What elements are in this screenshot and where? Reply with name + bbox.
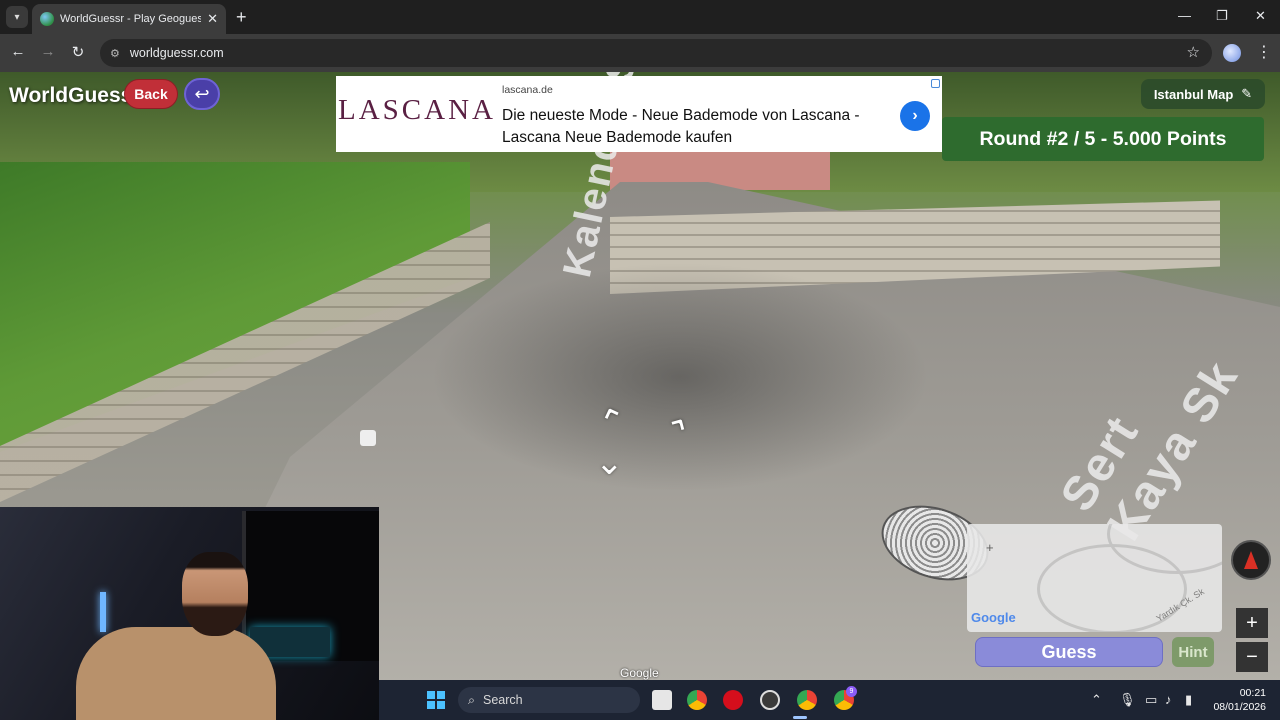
new-tab-icon[interactable]: + (236, 7, 247, 27)
zoom-out-button[interactable]: − (1236, 642, 1268, 672)
google-attribution: Google (620, 666, 659, 680)
hint-button[interactable]: Hint (1172, 637, 1214, 667)
taskbar-search[interactable]: ⌕ Search (458, 687, 640, 713)
site-info-icon[interactable]: ⚙ (110, 47, 120, 60)
back-arrow-icon[interactable]: ← (8, 43, 28, 60)
nav-arrow-back-icon[interactable]: ⌃ (595, 440, 624, 480)
ad-domain: lascana.de (502, 84, 553, 96)
crosshair-icon: + (986, 540, 994, 555)
chrome-profile-icon[interactable]: 9 (834, 686, 857, 710)
windows-taskbar: ⌕ Search 9 ⌃ 🎙 ▭ ♪ ▮ 00:21 08/01/2026 (379, 680, 1280, 720)
return-to-start-button[interactable]: ↩ (184, 78, 220, 110)
browser-toolbar: ← → ↻ ⚙ worldguessr.com ☆ (0, 34, 1280, 72)
opera-icon[interactable] (723, 690, 743, 710)
back-button[interactable]: Back (124, 79, 178, 109)
zoom-in-button[interactable]: + (1236, 608, 1268, 638)
reload-icon[interactable]: ↻ (68, 43, 88, 61)
webcam-person-head (182, 552, 248, 636)
chevron-down-icon: ▾ (14, 11, 20, 23)
obs-icon[interactable] (760, 690, 780, 710)
taskbar-search-label: Search (483, 693, 523, 707)
clock-time: 00:21 (1239, 687, 1266, 699)
round-banner: Round #2 / 5 - 5.000 Points (942, 117, 1264, 161)
forward-arrow-icon[interactable]: → (38, 43, 58, 60)
url-text: worldguessr.com (129, 46, 224, 60)
task-view-icon[interactable] (652, 690, 672, 710)
restore-icon[interactable]: ❐ (1216, 8, 1228, 24)
ad-choices-icon[interactable] (931, 79, 940, 88)
plus-icon: + (1246, 611, 1258, 634)
roadside-stone (360, 430, 376, 446)
compass-button[interactable] (1231, 540, 1271, 580)
chrome-icon[interactable] (687, 690, 707, 710)
kebab-menu-icon[interactable]: ⋮ (1256, 42, 1272, 62)
search-icon: ⌕ (468, 692, 476, 707)
browser-tab[interactable]: WorldGuessr - Play Geoguessr F ✕ (32, 4, 226, 34)
tab-search-button[interactable]: ▾ (6, 6, 28, 28)
ad-headline: Die neueste Mode - Neue Bademode von Las… (502, 107, 860, 146)
clock-date: 08/01/2026 (1213, 701, 1266, 713)
close-tab-icon[interactable]: ✕ (207, 11, 218, 27)
advertisement-banner[interactable]: LASCANA lascana.de Die neueste Mode - Ne… (336, 76, 942, 152)
profile-avatar[interactable] (1223, 44, 1241, 62)
notification-badge: 9 (846, 686, 857, 697)
return-arrow-icon: ↩ (194, 83, 210, 104)
tab-strip: ▾ WorldGuessr - Play Geoguessr F ✕ + — ❐… (0, 0, 1280, 34)
webcam-person-body (76, 627, 276, 720)
windows-start-icon[interactable] (427, 691, 445, 709)
chrome-active-icon[interactable] (797, 690, 817, 710)
minimap-google-logo: Google (971, 610, 1016, 625)
battery-icon[interactable]: ▮ (1185, 692, 1192, 708)
guess-button[interactable]: Guess (975, 637, 1163, 667)
network-icon[interactable]: ▭ (1145, 692, 1157, 708)
minimize-icon[interactable]: — (1178, 8, 1191, 23)
ad-brand-logo: LASCANA (338, 94, 496, 126)
address-bar[interactable]: ⚙ worldguessr.com ☆ (100, 39, 1212, 67)
active-app-indicator (793, 716, 807, 719)
webcam-overlay (0, 507, 379, 720)
map-name-label: Istanbul Map (1153, 86, 1234, 102)
window-close-icon[interactable]: ✕ (1255, 8, 1266, 24)
chevron-right-icon: › (912, 107, 918, 124)
map-name-button[interactable]: Istanbul Map ✎ (1141, 79, 1265, 109)
guess-minimap[interactable]: + Google Yardık Çk. Sk (967, 524, 1222, 632)
worldguessr-logo: WorldGuessr (9, 84, 141, 107)
minus-icon: − (1246, 645, 1258, 668)
tree-shadow (430, 262, 930, 492)
taskbar-clock[interactable]: 00:21 08/01/2026 (1212, 686, 1266, 714)
globe-favicon-icon (40, 12, 54, 26)
ad-open-button[interactable]: › (900, 101, 930, 131)
volume-icon[interactable]: ♪ (1165, 692, 1172, 707)
bookmark-star-icon[interactable]: ☆ (1187, 43, 1200, 61)
tray-overflow-icon[interactable]: ⌃ (1091, 692, 1102, 708)
tab-title: WorldGuessr - Play Geoguessr F (60, 13, 202, 25)
pencil-icon: ✎ (1241, 86, 1253, 101)
compass-needle-icon (1244, 551, 1258, 569)
microphone-icon[interactable]: 🎙 (1119, 692, 1136, 708)
webcam-led-light (100, 592, 106, 632)
